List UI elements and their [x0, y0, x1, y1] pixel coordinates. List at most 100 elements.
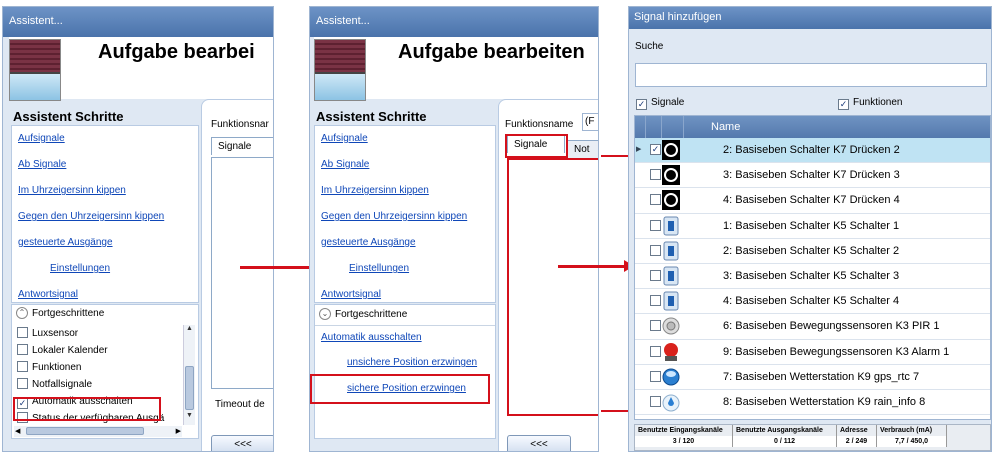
- step-im-uhrzeigersinn[interactable]: Im Uhrzeigersinn kippen: [315, 178, 495, 204]
- checkbox[interactable]: [17, 361, 28, 372]
- red-arrow: [240, 266, 312, 269]
- highlight-automatik: [13, 397, 161, 421]
- checkbox[interactable]: [650, 395, 661, 407]
- table-row[interactable]: 4: Basiseben Schalter K7 Drücken 4: [635, 188, 990, 214]
- rain-icon: [662, 392, 680, 412]
- row-name: 7: Basiseben Wetterstation K9 gps_rtc 7: [723, 370, 920, 383]
- step-ab-signale[interactable]: Ab Signale: [315, 152, 495, 178]
- signals-list: [211, 157, 273, 389]
- step-gesteuerte-ausgaenge[interactable]: gesteuerte Ausgänge: [315, 230, 495, 256]
- checkbox[interactable]: [650, 244, 661, 256]
- table-row[interactable]: 2: Basiseben Schalter K5 Schalter 2: [635, 239, 990, 264]
- step-ab-signale[interactable]: Ab Signale: [12, 152, 198, 178]
- scroll-up-icon[interactable]: ▲: [184, 325, 195, 332]
- scroll-thumb[interactable]: [26, 427, 144, 435]
- adv-item-label: Notfallsignale: [32, 379, 93, 390]
- step-gegen-uhrzeigersinn[interactable]: Gegen den Uhrzeigersinn kippen: [315, 204, 495, 230]
- stat-label: Benutzte Eingangskanäle: [635, 425, 733, 436]
- advanced-panel: ⌄ Fortgeschrittene Automatik ausschalten …: [314, 304, 496, 439]
- step-aufsignale[interactable]: Aufsignale: [12, 126, 198, 152]
- scroll-right-icon[interactable]: ▶: [176, 427, 181, 435]
- checkbox[interactable]: [650, 295, 661, 307]
- adv-item-notfallsignale[interactable]: Notfallsignale: [14, 376, 182, 393]
- tab-notfall[interactable]: Not: [567, 140, 598, 158]
- horizontal-scrollbar[interactable]: ◀ ▶: [14, 426, 182, 437]
- advanced-toggle[interactable]: ⌄ Fortgeschrittene: [315, 305, 495, 325]
- chevron-down-icon: ⌄: [319, 308, 331, 321]
- step-einstellungen[interactable]: Einstellungen: [12, 256, 198, 282]
- adv-item-label: Luxsensor: [32, 328, 79, 339]
- table-row[interactable]: 7: Basiseben Wetterstation K9 gps_rtc 7: [635, 365, 990, 390]
- back-button[interactable]: <<<: [211, 435, 273, 451]
- push-button-icon: [662, 140, 680, 160]
- checkbox-checked[interactable]: ✓: [650, 144, 661, 155]
- vertical-scrollbar[interactable]: ▲ ▼: [183, 325, 195, 425]
- table-row[interactable]: 1: Basiseben Schalter K5 Schalter 1: [635, 214, 990, 239]
- advanced-toggle[interactable]: ⌃ Fortgeschrittene: [12, 305, 198, 323]
- step-im-uhrzeigersinn[interactable]: Im Uhrzeigersinn kippen: [12, 178, 198, 204]
- step-gegen-uhrzeigersinn[interactable]: Gegen den Uhrzeigersinn kippen: [12, 204, 198, 230]
- adv-item-label: Funktionen: [32, 362, 82, 373]
- checkbox[interactable]: [650, 269, 661, 281]
- checkbox[interactable]: [17, 344, 28, 355]
- push-button-icon: [662, 190, 680, 211]
- adv-item-funktionen[interactable]: Funktionen: [14, 359, 182, 376]
- table-row[interactable]: 6: Basiseben Bewegungssensoren K3 PIR 1: [635, 314, 990, 340]
- alarm-icon: [662, 342, 680, 362]
- back-button[interactable]: <<<: [507, 435, 571, 451]
- switch-icon: [662, 216, 680, 236]
- connector-line-bottom: [601, 410, 631, 412]
- filter-funktionen[interactable]: ✓ Funktionen: [835, 94, 902, 111]
- table-row[interactable]: 3: Basiseben Schalter K5 Schalter 3: [635, 264, 990, 290]
- stat-value: 2 / 249: [837, 436, 877, 447]
- checkbox[interactable]: [650, 169, 661, 181]
- step-einstellungen[interactable]: Einstellungen: [315, 256, 495, 282]
- row-name: 8: Basiseben Wetterstation K9 rain_info …: [723, 395, 926, 408]
- connector-line-top: [601, 155, 631, 157]
- wizard-window-middle: Assistent... Aufgabe bearbeiten Assisten…: [309, 6, 599, 452]
- scroll-thumb[interactable]: [185, 366, 194, 410]
- checkbox[interactable]: [650, 194, 661, 206]
- timeout-label: Timeout de: [215, 399, 265, 410]
- column-header-name[interactable]: Name: [711, 121, 740, 133]
- window-title: Assistent...: [310, 7, 598, 37]
- checkbox[interactable]: [17, 378, 28, 389]
- adv-link-unsichere-position[interactable]: unsichere Position erzwingen: [315, 350, 495, 376]
- checkbox[interactable]: [650, 345, 661, 357]
- checkbox-checked[interactable]: ✓: [636, 99, 647, 110]
- search-input[interactable]: [635, 63, 987, 87]
- filter-label: Signale: [651, 97, 685, 108]
- tab-signale[interactable]: Signale: [211, 137, 273, 155]
- row-pointer-icon: ▶: [636, 146, 642, 153]
- filter-label: Funktionen: [853, 97, 903, 108]
- highlight-sichere-position: [310, 374, 490, 404]
- scroll-down-icon[interactable]: ▼: [184, 412, 195, 419]
- table-row[interactable]: 4: Basiseben Schalter K5 Schalter 4: [635, 289, 990, 315]
- checkbox[interactable]: [650, 219, 661, 231]
- table-row[interactable]: 9: Basiseben Bewegungssensoren K3 Alarm …: [635, 340, 990, 365]
- step-aufsignale[interactable]: Aufsignale: [315, 126, 495, 152]
- row-name: 2: Basiseben Schalter K5 Schalter 2: [723, 244, 900, 257]
- checkbox[interactable]: [650, 320, 661, 332]
- scroll-left-icon[interactable]: ◀: [15, 427, 20, 435]
- table-row[interactable]: 8: Basiseben Wetterstation K9 rain_info …: [635, 390, 990, 416]
- function-name-input[interactable]: (F: [582, 113, 598, 131]
- adv-link-automatik-ausschalten[interactable]: Automatik ausschalten: [315, 326, 495, 350]
- adv-item-lokaler-kalender[interactable]: Lokaler Kalender: [14, 342, 182, 359]
- table-row[interactable]: ▶ ✓ 2: Basiseben Schalter K7 Drücken 2: [635, 138, 990, 164]
- row-name: 2: Basiseben Schalter K7 Drücken 2: [723, 144, 900, 156]
- checkbox-checked[interactable]: ✓: [838, 99, 849, 110]
- adv-item-luxsensor[interactable]: Luxsensor: [14, 325, 182, 342]
- row-name: 9: Basiseben Bewegungssensoren K3 Alarm …: [723, 345, 950, 358]
- checkbox[interactable]: [650, 370, 661, 382]
- blind-icon: [314, 39, 366, 101]
- step-gesteuerte-ausgaenge[interactable]: gesteuerte Ausgänge: [12, 230, 198, 256]
- stat-label: Verbrauch (mA): [877, 425, 947, 436]
- add-signal-window: Signal hinzufügen Suche ✓ Signale ✓ Funkti…: [628, 6, 992, 452]
- filter-signale[interactable]: ✓ Signale: [633, 94, 684, 111]
- row-name: 6: Basiseben Bewegungssensoren K3 PIR 1: [723, 320, 940, 333]
- table-row[interactable]: 3: Basiseben Schalter K7 Drücken 3: [635, 163, 990, 189]
- status-bar: Benutzte Eingangskanäle 3 / 120 Benutzte …: [634, 424, 991, 451]
- checkbox[interactable]: [17, 327, 28, 338]
- page-heading: Aufgabe bearbei: [98, 41, 255, 63]
